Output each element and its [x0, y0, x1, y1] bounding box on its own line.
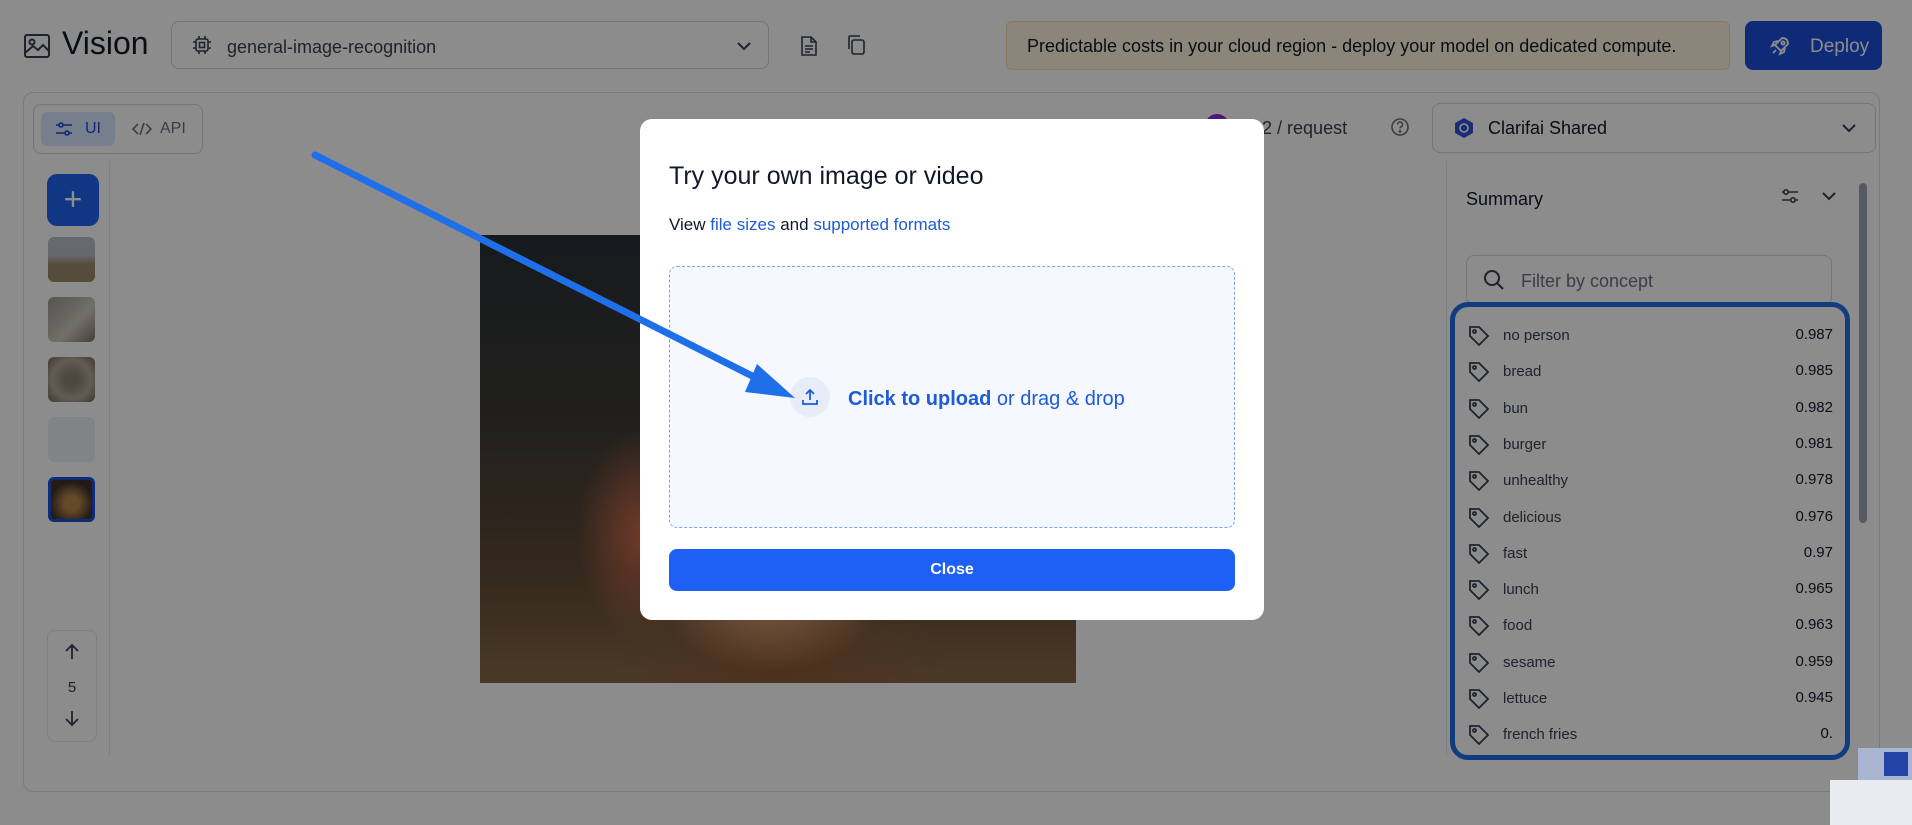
- file-sizes-link[interactable]: file sizes: [710, 215, 775, 234]
- upload-text[interactable]: Click to upload or drag & drop: [848, 388, 1125, 411]
- upload-bold-text: Click to upload: [848, 388, 992, 410]
- corner-artifact: [1830, 780, 1912, 825]
- close-button[interactable]: Close: [669, 549, 1235, 591]
- upload-icon: [802, 388, 818, 405]
- and-text: and: [780, 215, 809, 234]
- modal-title: Try your own image or video: [669, 162, 984, 190]
- corner-artifact: [1884, 752, 1908, 776]
- upload-rest-text: or drag & drop: [996, 388, 1125, 410]
- upload-icon-circle: [790, 377, 830, 417]
- supported-formats-link[interactable]: supported formats: [813, 215, 950, 234]
- upload-modal: Try your own image or video View file si…: [640, 119, 1264, 620]
- upload-dropzone[interactable]: Click to upload or drag & drop: [669, 266, 1235, 528]
- view-text: View: [669, 215, 706, 234]
- modal-subtitle: View file sizes and supported formats: [669, 215, 950, 235]
